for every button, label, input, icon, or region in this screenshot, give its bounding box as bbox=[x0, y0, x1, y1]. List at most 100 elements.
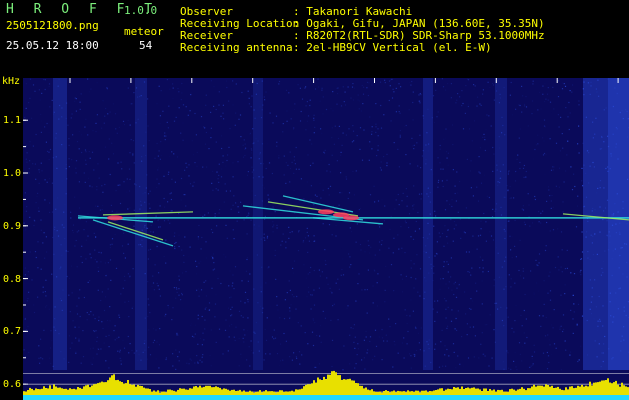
power-bar bbox=[591, 385, 593, 395]
noise-speck bbox=[406, 205, 408, 207]
noise-speck bbox=[214, 215, 216, 217]
noise-speck bbox=[384, 205, 386, 207]
power-bar bbox=[115, 380, 117, 395]
noise-speck bbox=[29, 141, 31, 143]
power-bar bbox=[471, 387, 473, 395]
noise-speck bbox=[217, 178, 219, 180]
noise-speck bbox=[214, 316, 216, 318]
noise-speck bbox=[507, 220, 509, 222]
noise-speck bbox=[399, 136, 401, 138]
noise-speck bbox=[380, 167, 382, 169]
noise-speck bbox=[524, 103, 526, 105]
noise-speck bbox=[444, 209, 447, 211]
noise-speck bbox=[539, 83, 540, 84]
noise-speck bbox=[550, 169, 553, 171]
noise-speck bbox=[33, 311, 36, 314]
noise-speck bbox=[493, 329, 495, 331]
noise-speck bbox=[562, 314, 565, 316]
power-bar bbox=[165, 392, 167, 395]
noise-speck bbox=[310, 308, 312, 310]
noise-speck bbox=[562, 211, 564, 213]
power-bar bbox=[415, 390, 417, 395]
noise-speck bbox=[186, 362, 188, 364]
noise-speck bbox=[380, 127, 383, 129]
noise-speck bbox=[483, 353, 485, 355]
noise-speck bbox=[568, 101, 570, 104]
noise-speck bbox=[218, 104, 220, 106]
noise-speck bbox=[74, 245, 76, 247]
noise-speck bbox=[112, 103, 114, 105]
noise-speck bbox=[29, 144, 31, 146]
power-bar bbox=[323, 376, 325, 395]
noise-speck bbox=[78, 148, 80, 150]
noise-speck bbox=[313, 114, 315, 116]
noise-speck bbox=[376, 282, 378, 284]
power-bar bbox=[621, 382, 623, 395]
y-tick-label: 0.9 bbox=[3, 220, 22, 232]
noise-speck bbox=[566, 267, 568, 269]
noise-speck bbox=[472, 195, 474, 197]
noise-speck bbox=[357, 348, 359, 350]
noise-speck bbox=[409, 81, 411, 84]
noise-speck bbox=[395, 323, 397, 325]
noise-speck bbox=[228, 285, 230, 287]
noise-speck bbox=[318, 86, 320, 88]
noise-speck bbox=[109, 246, 111, 249]
noise-speck bbox=[419, 268, 422, 270]
noise-speck bbox=[463, 365, 465, 367]
noise-speck bbox=[242, 144, 244, 146]
noise-speck bbox=[28, 291, 30, 293]
noise-speck bbox=[32, 163, 34, 165]
noise-speck bbox=[578, 104, 580, 106]
power-bar bbox=[163, 391, 165, 395]
noise-speck bbox=[552, 206, 554, 208]
noise-speck bbox=[178, 107, 180, 109]
noise-speck bbox=[281, 240, 283, 242]
noise-speck bbox=[336, 160, 338, 162]
noise-speck bbox=[87, 78, 89, 80]
noise-speck bbox=[482, 89, 484, 91]
power-bar bbox=[429, 391, 431, 395]
noise-speck bbox=[132, 140, 135, 142]
noise-speck bbox=[287, 182, 289, 184]
noise-speck bbox=[472, 300, 474, 302]
noise-speck bbox=[263, 359, 265, 361]
noise-speck bbox=[340, 274, 342, 276]
noise-speck bbox=[199, 337, 201, 339]
noise-speck bbox=[300, 325, 302, 327]
noise-speck bbox=[251, 171, 253, 173]
noise-speck bbox=[204, 328, 206, 330]
noise-speck bbox=[417, 165, 419, 167]
noise-speck bbox=[37, 267, 39, 269]
noise-speck bbox=[313, 119, 315, 121]
meteor-head bbox=[318, 209, 334, 215]
noise-speck bbox=[534, 148, 536, 151]
noise-speck bbox=[272, 226, 274, 228]
noise-speck bbox=[160, 155, 162, 157]
power-bar bbox=[605, 380, 607, 395]
noise-speck bbox=[545, 245, 547, 247]
noise-speck bbox=[46, 251, 48, 253]
noise-speck bbox=[578, 359, 580, 361]
noise-speck bbox=[124, 279, 126, 282]
noise-speck bbox=[519, 161, 521, 164]
noise-speck bbox=[121, 250, 122, 251]
noise-speck bbox=[272, 221, 274, 223]
noise-speck bbox=[410, 299, 412, 301]
noise-speck bbox=[247, 301, 249, 303]
noise-speck bbox=[175, 349, 177, 351]
noise-speck bbox=[25, 158, 27, 160]
power-bar bbox=[357, 383, 359, 395]
power-bar bbox=[465, 388, 467, 395]
noise-speck bbox=[374, 254, 376, 256]
noise-speck bbox=[190, 94, 192, 96]
noise-speck bbox=[128, 190, 131, 192]
noise-speck bbox=[79, 289, 81, 291]
noise-speck bbox=[295, 168, 297, 170]
noise-speck bbox=[127, 208, 129, 210]
noise-speck bbox=[480, 343, 482, 345]
noise-speck bbox=[48, 131, 50, 134]
noise-speck bbox=[321, 87, 323, 89]
noise-speck bbox=[159, 123, 161, 125]
noise-speck bbox=[147, 193, 150, 195]
